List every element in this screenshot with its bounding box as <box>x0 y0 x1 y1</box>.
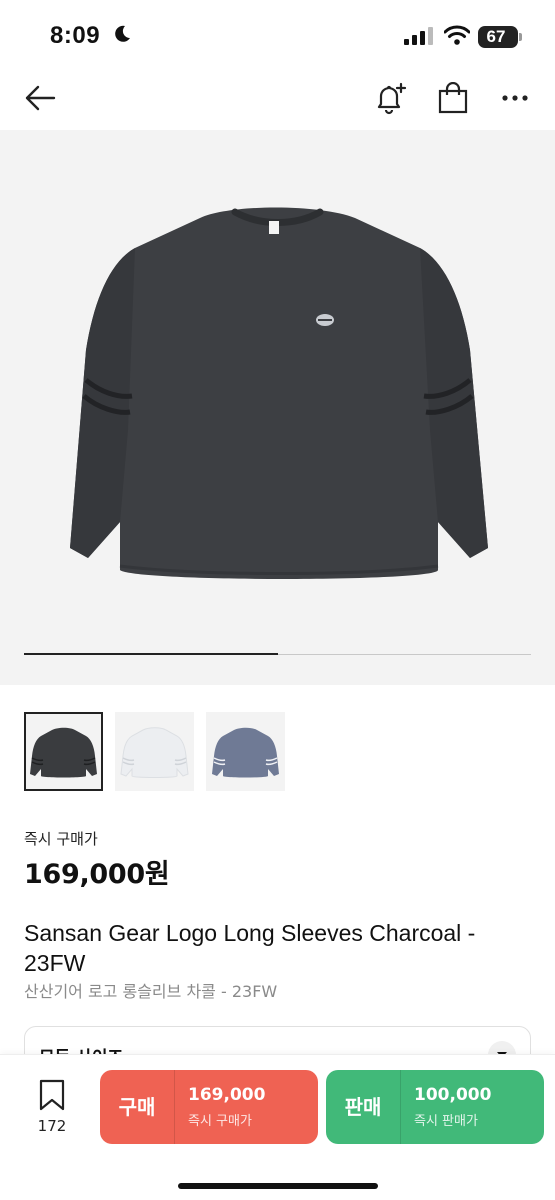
wifi-icon <box>444 25 470 45</box>
moon-icon <box>115 25 130 42</box>
buy-button-price: 169,000 <box>188 1085 266 1105</box>
price-label: 즉시 구매가 <box>24 830 98 848</box>
shopping-bag-icon[interactable] <box>438 82 468 114</box>
buy-button-divider <box>174 1070 175 1144</box>
more-options-icon[interactable] <box>502 94 528 102</box>
battery-level: 67 <box>486 27 506 46</box>
sell-button[interactable]: 판매 100,000 즉시 판매가 <box>326 1070 544 1144</box>
battery-indicator: 67 <box>478 26 518 48</box>
bookmark-button[interactable]: 172 <box>30 1079 74 1135</box>
product-price: 169,000원 <box>24 859 170 890</box>
bookmark-count: 172 <box>37 1117 67 1135</box>
image-progress-bar <box>24 653 531 655</box>
thumbnail-charcoal-image <box>30 727 97 778</box>
buy-button[interactable]: 구매 169,000 즉시 구매가 <box>100 1070 318 1144</box>
image-progress-fill <box>24 653 278 655</box>
thumbnail-white[interactable] <box>115 712 194 791</box>
bottom-action-bar: 172 구매 169,000 즉시 구매가 판매 100,000 즉시 판매가 <box>0 1054 555 1200</box>
battery-cap <box>519 33 522 41</box>
thumbnail-charcoal[interactable] <box>24 712 103 791</box>
buy-button-sublabel: 즉시 구매가 <box>188 1114 252 1129</box>
thumbnail-blue-grey-image <box>212 727 279 778</box>
bell-add-icon[interactable] <box>374 82 408 116</box>
sell-button-divider <box>400 1070 401 1144</box>
sell-button-price: 100,000 <box>414 1085 492 1105</box>
product-image-carousel[interactable] <box>0 130 555 685</box>
buy-button-label: 구매 <box>118 1095 156 1119</box>
product-image <box>70 207 488 579</box>
thumbnail-blue-grey[interactable] <box>206 712 285 791</box>
product-title-en: Sansan Gear Logo Long Sleeves Charcoal -… <box>24 920 476 976</box>
bookmark-icon <box>39 1079 65 1111</box>
status-bar: 8:09 67 <box>0 0 555 70</box>
back-arrow-icon[interactable] <box>24 84 56 112</box>
nav-bar <box>0 70 555 130</box>
cellular-signal-icon <box>404 27 433 45</box>
thumbnail-white-image <box>120 727 189 778</box>
product-title-ko: 산산기어 로고 롱슬리브 차콜 - 23FW <box>24 982 278 1001</box>
sell-button-sublabel: 즉시 판매가 <box>414 1114 478 1129</box>
home-indicator <box>178 1183 378 1189</box>
sell-button-label: 판매 <box>344 1095 382 1119</box>
status-time: 8:09 <box>50 22 101 49</box>
